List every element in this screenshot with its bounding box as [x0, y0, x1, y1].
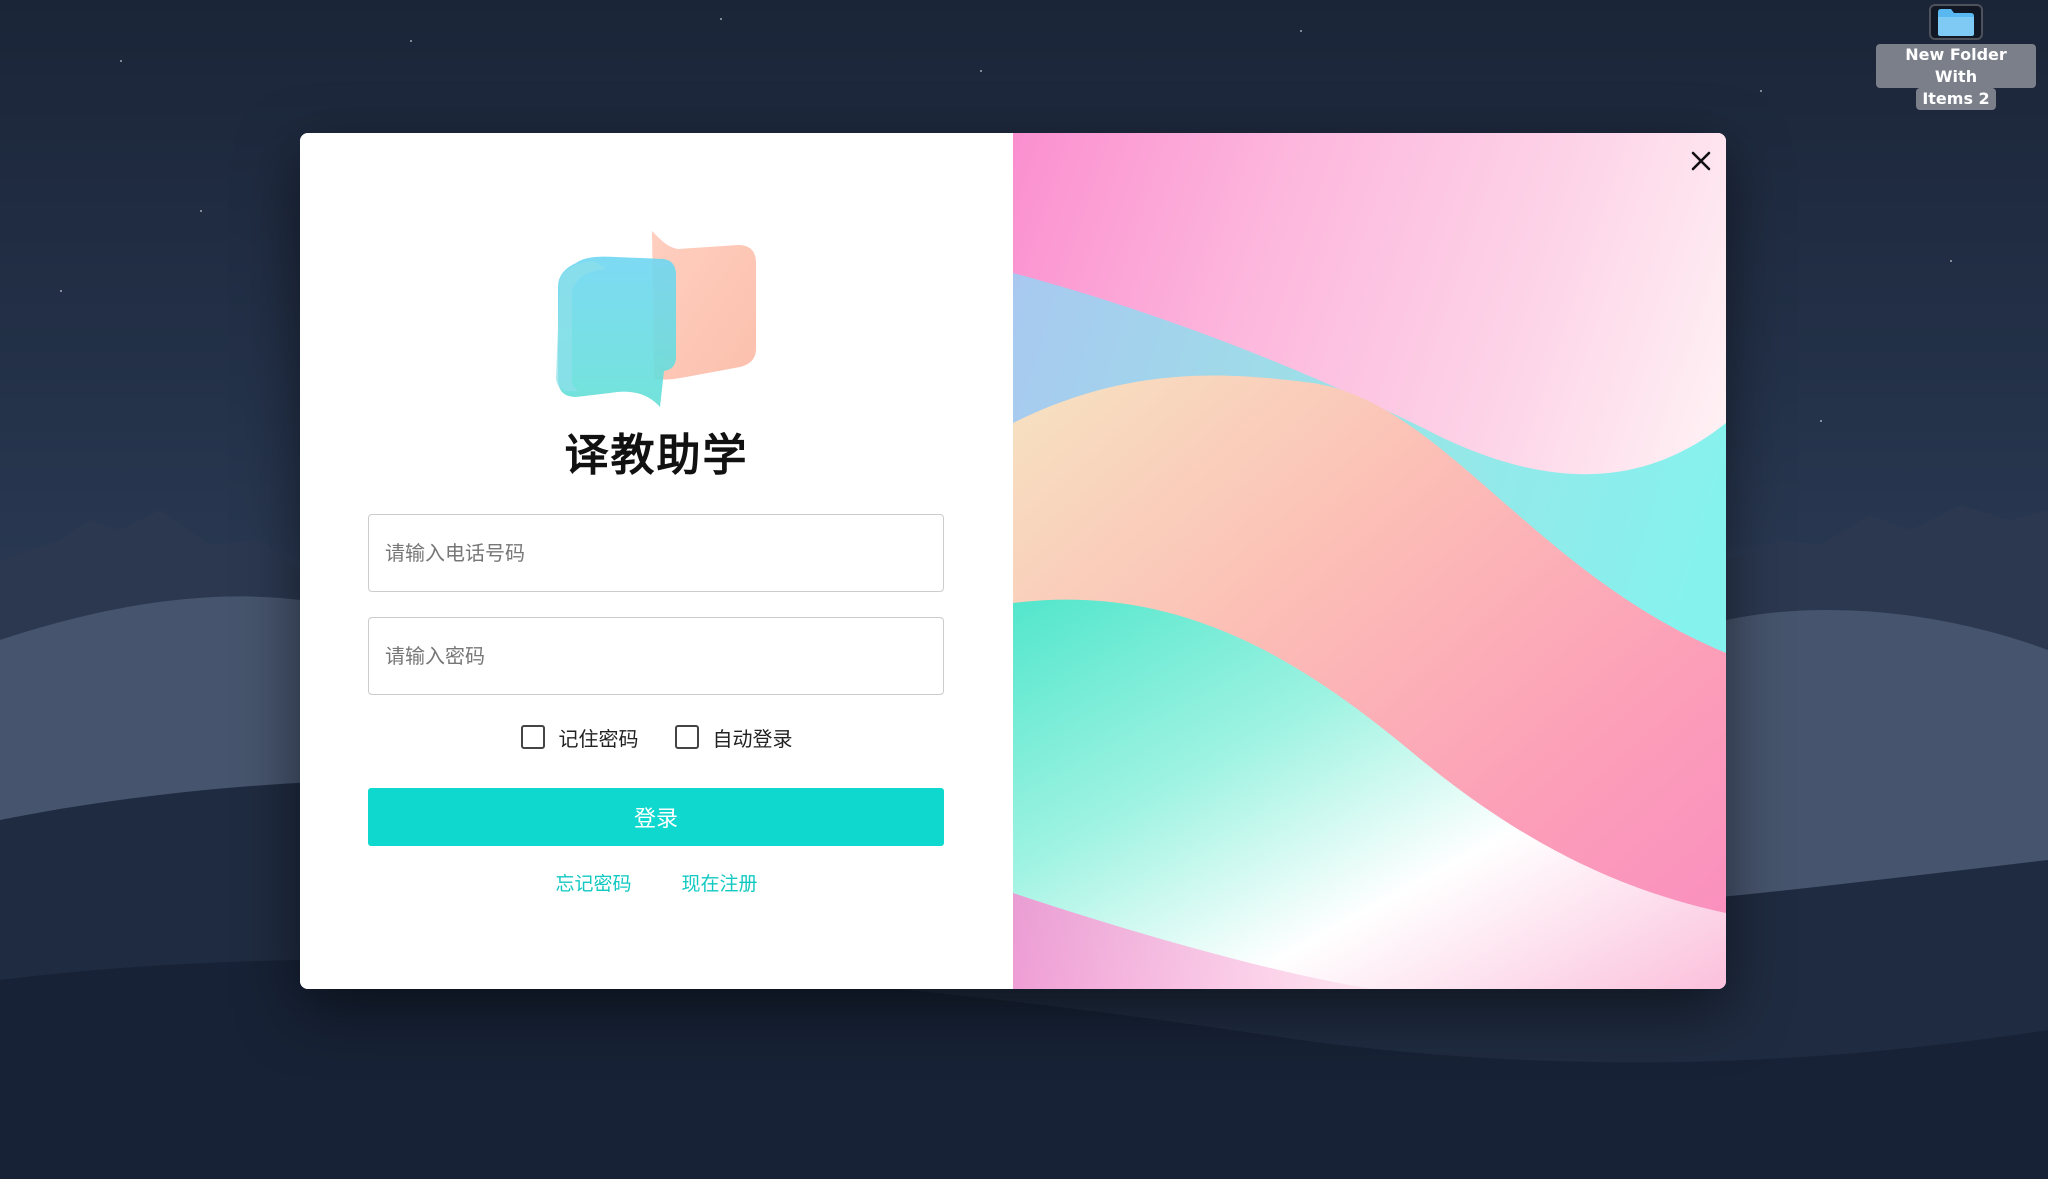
- account-links-row: 忘记密码 现在注册: [300, 869, 1013, 896]
- auto-login-label[interactable]: 自动登录: [713, 723, 793, 752]
- folder-label-line2: Items 2: [1916, 88, 1996, 110]
- app-title: 译教助学: [564, 430, 749, 481]
- speech-bubbles-logo: [556, 231, 756, 407]
- close-button[interactable]: [1683, 143, 1719, 179]
- gradient-wave-art: [1013, 133, 1726, 989]
- folder-icon[interactable]: [1929, 4, 1983, 40]
- forgot-password-link[interactable]: 忘记密码: [555, 869, 631, 896]
- decorative-gradient-panel: [1013, 133, 1726, 989]
- login-form-panel: 译教助学 记住密码 自动登录 登录 忘记密码 现在注册: [300, 133, 1013, 989]
- desktop-folder-item[interactable]: New Folder With Items 2: [1876, 0, 2036, 110]
- folder-label: New Folder With Items 2: [1876, 44, 2036, 110]
- login-dialog: 译教助学 记住密码 自动登录 登录 忘记密码 现在注册: [300, 133, 1726, 989]
- auto-login-checkbox[interactable]: [674, 725, 699, 749]
- auto-login-option[interactable]: 自动登录: [674, 723, 793, 752]
- phone-number-input[interactable]: [368, 514, 944, 592]
- remember-password-label[interactable]: 记住密码: [559, 723, 639, 752]
- close-icon[interactable]: [1689, 149, 1713, 173]
- remember-password-checkbox[interactable]: [520, 725, 545, 749]
- folder-label-line1: New Folder With: [1876, 44, 2036, 88]
- register-link[interactable]: 现在注册: [682, 869, 758, 896]
- login-button[interactable]: 登录: [368, 788, 944, 846]
- login-options-row: 记住密码 自动登录: [300, 720, 1013, 754]
- remember-password-option[interactable]: 记住密码: [520, 723, 639, 752]
- password-input[interactable]: [368, 617, 944, 695]
- desktop-background: New Folder With Items 2 译教助学 请输入电话号码 记住密…: [0, 0, 2048, 1179]
